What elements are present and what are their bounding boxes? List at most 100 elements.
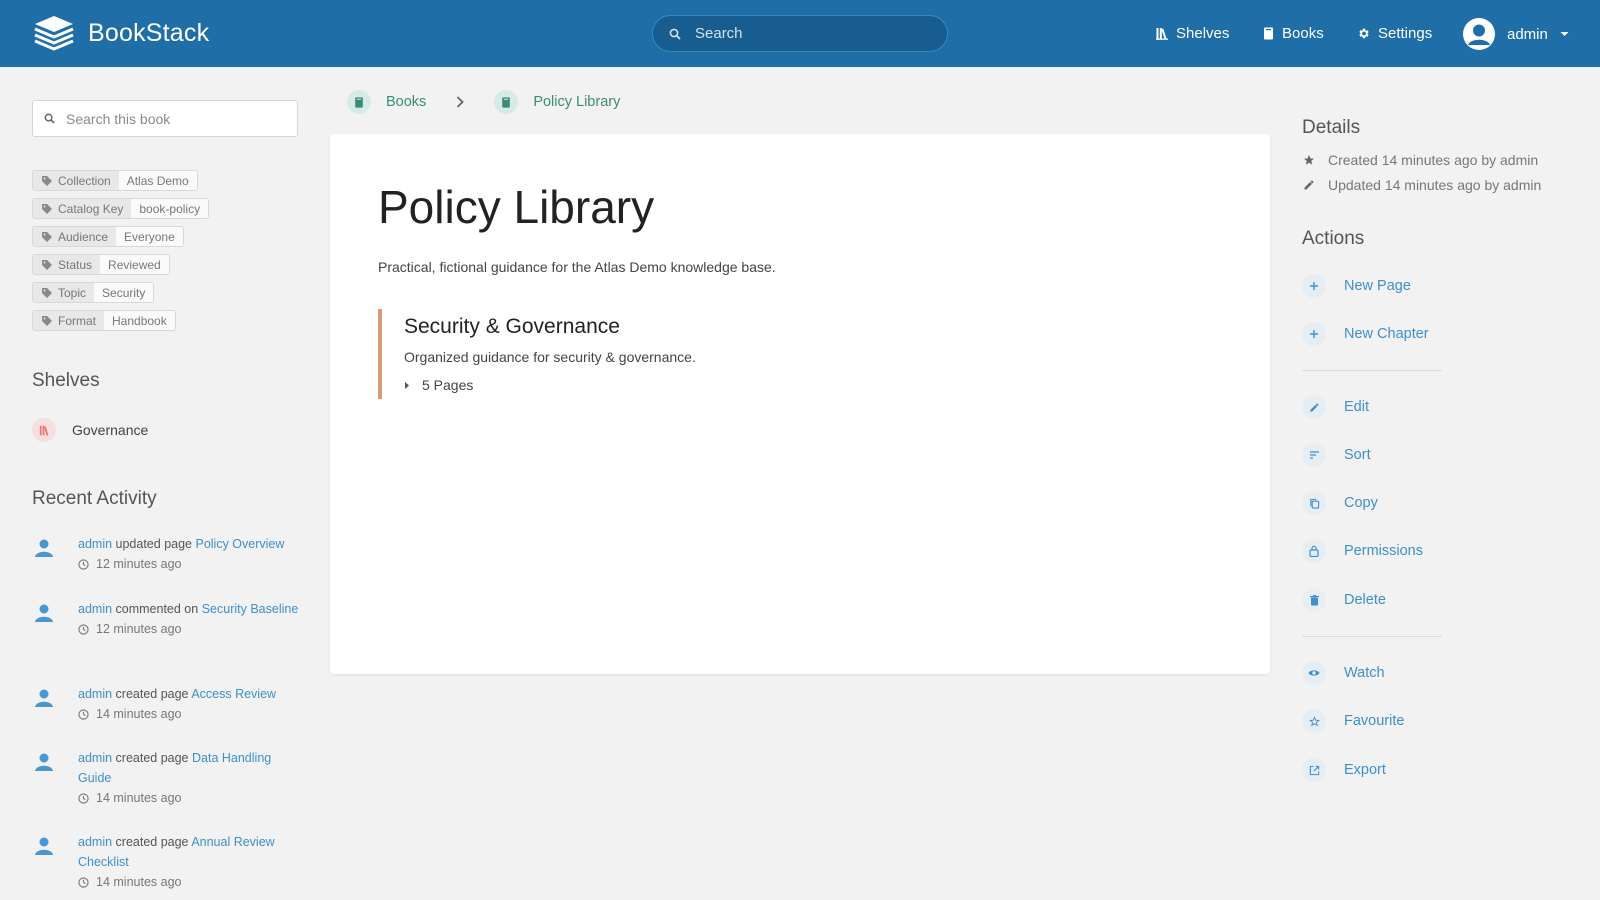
- activity-user-link[interactable]: admin: [78, 602, 112, 616]
- tag-name-link[interactable]: Catalog Key: [33, 199, 132, 218]
- tag-item: Status Reviewed: [32, 254, 209, 275]
- gear-icon: [1359, 28, 1369, 39]
- shelves-heading: Shelves: [32, 370, 100, 391]
- global-search[interactable]: [652, 15, 948, 52]
- tag-name-link[interactable]: Audience: [33, 227, 117, 246]
- clock-icon: [78, 876, 89, 888]
- breadcrumb-books-label: Books: [386, 94, 427, 110]
- top-header: BookStack Shelves Books Settings: [0, 0, 1600, 67]
- activity-item: admin created page Annual Review Checkli…: [32, 832, 302, 892]
- delete-action[interactable]: Delete: [1302, 588, 1386, 612]
- book-search-input[interactable]: [66, 110, 286, 127]
- tag-name-link[interactable]: Topic: [33, 283, 95, 302]
- tag-name-link[interactable]: Format: [33, 311, 105, 330]
- global-search-input[interactable]: [695, 25, 925, 42]
- activity-user-link[interactable]: admin: [78, 687, 112, 701]
- tag-icon: [42, 231, 52, 242]
- tag-value-link[interactable]: Atlas Demo: [118, 171, 197, 190]
- star-outline-icon: [1302, 709, 1326, 733]
- breadcrumb-books[interactable]: Books: [347, 90, 426, 114]
- new-page-action[interactable]: New Page: [1302, 274, 1411, 298]
- tag-icon: [42, 259, 52, 270]
- book-icon: [1264, 27, 1273, 40]
- activity-target-link[interactable]: Access Review: [191, 687, 276, 701]
- books-icon: [347, 90, 371, 114]
- edit-label: Edit: [1344, 399, 1369, 415]
- app-logo[interactable]: BookStack: [33, 14, 209, 52]
- plus-icon: [1302, 274, 1326, 298]
- delete-label: Delete: [1344, 592, 1386, 608]
- nav-shelves[interactable]: Shelves: [1156, 0, 1229, 67]
- copy-label: Copy: [1344, 495, 1378, 511]
- permissions-action[interactable]: Permissions: [1302, 539, 1423, 563]
- activity-action: commented on: [115, 602, 199, 616]
- search-icon: [44, 113, 55, 124]
- edit-action[interactable]: Edit: [1302, 395, 1369, 419]
- tag-icon: [42, 203, 52, 214]
- tag-icon: [42, 175, 52, 186]
- search-icon: [669, 28, 681, 40]
- pencil-icon: [1302, 395, 1326, 419]
- tag-name-link[interactable]: Collection: [33, 171, 119, 190]
- activity-target-link[interactable]: Policy Overview: [195, 537, 284, 551]
- chapter-title[interactable]: Security & Governance: [404, 315, 1198, 339]
- details-heading: Details: [1302, 117, 1361, 138]
- eye-icon: [1302, 661, 1326, 685]
- clock-icon: [78, 792, 89, 804]
- caret-down-icon: [1560, 32, 1569, 36]
- star-icon: [1304, 155, 1314, 165]
- tag-item: Topic Security: [32, 282, 209, 303]
- breadcrumb: Books Policy Library: [347, 90, 620, 114]
- tag-name: Audience: [58, 229, 109, 244]
- sort-icon: [1302, 443, 1326, 467]
- new-chapter-label: New Chapter: [1344, 326, 1429, 342]
- shelf-item-governance[interactable]: Governance: [32, 418, 148, 442]
- activity-user-link[interactable]: admin: [78, 537, 112, 551]
- activity-action: updated page: [115, 537, 192, 551]
- bookstack-logo-icon: [34, 16, 74, 51]
- tag-name: Topic: [58, 285, 87, 300]
- tag-name: Collection: [58, 173, 111, 188]
- tag-value-link[interactable]: Everyone: [116, 227, 183, 246]
- tag-value-link[interactable]: book-policy: [131, 199, 209, 218]
- tag-value-link[interactable]: Handbook: [104, 311, 175, 330]
- new-chapter-action[interactable]: New Chapter: [1302, 322, 1429, 346]
- copy-action[interactable]: Copy: [1302, 491, 1378, 515]
- sort-action[interactable]: Sort: [1302, 443, 1371, 467]
- created-text: Created 14 minutes ago by admin: [1328, 152, 1539, 168]
- tag-name: Status: [58, 257, 93, 272]
- user-icon: [35, 604, 53, 622]
- tag-value-link[interactable]: Security: [94, 283, 154, 302]
- nav-settings[interactable]: Settings: [1357, 0, 1432, 67]
- book-tags: Collection Atlas Demo Catalog Key book-p…: [32, 170, 210, 338]
- book-description: Practical, fictional guidance for the At…: [378, 259, 776, 275]
- chapter-item[interactable]: Security & Governance Organized guidance…: [378, 309, 1198, 399]
- activity-action: created page: [115, 687, 189, 701]
- activity-item: admin created page Access Review 14 minu…: [32, 684, 302, 724]
- activity-user-link[interactable]: admin: [78, 751, 112, 765]
- favourite-label: Favourite: [1344, 713, 1405, 729]
- lock-icon: [1302, 539, 1326, 563]
- user-menu[interactable]: admin: [1463, 18, 1569, 50]
- tag-name-link[interactable]: Status: [33, 255, 101, 274]
- tag-value-link[interactable]: Reviewed: [100, 255, 169, 274]
- breadcrumb-current-book[interactable]: Policy Library: [494, 90, 620, 114]
- watch-action[interactable]: Watch: [1302, 661, 1385, 685]
- activity-user-link[interactable]: admin: [78, 835, 112, 849]
- page-title: Policy Library: [378, 181, 655, 233]
- activity-time: 12 minutes ago: [96, 557, 182, 571]
- watch-label: Watch: [1344, 665, 1385, 681]
- export-action[interactable]: Export: [1302, 758, 1386, 782]
- nav-books[interactable]: Books: [1263, 0, 1324, 67]
- book-search[interactable]: [32, 100, 298, 137]
- chapter-pages-count: 5 Pages: [422, 377, 474, 393]
- activity-item: admin created page Data Handling Guide 1…: [32, 748, 302, 808]
- user-icon: [35, 837, 53, 855]
- activity-target-link[interactable]: Security Baseline: [202, 602, 299, 616]
- chapter-pages-toggle[interactable]: 5 Pages: [404, 377, 1198, 393]
- activity-item: admin commented on Security Baseline 12 …: [32, 599, 302, 639]
- activity-time: 12 minutes ago: [96, 622, 182, 636]
- tag-item: Audience Everyone: [32, 226, 209, 247]
- actions-divider: [1302, 636, 1442, 637]
- favourite-action[interactable]: Favourite: [1302, 709, 1404, 733]
